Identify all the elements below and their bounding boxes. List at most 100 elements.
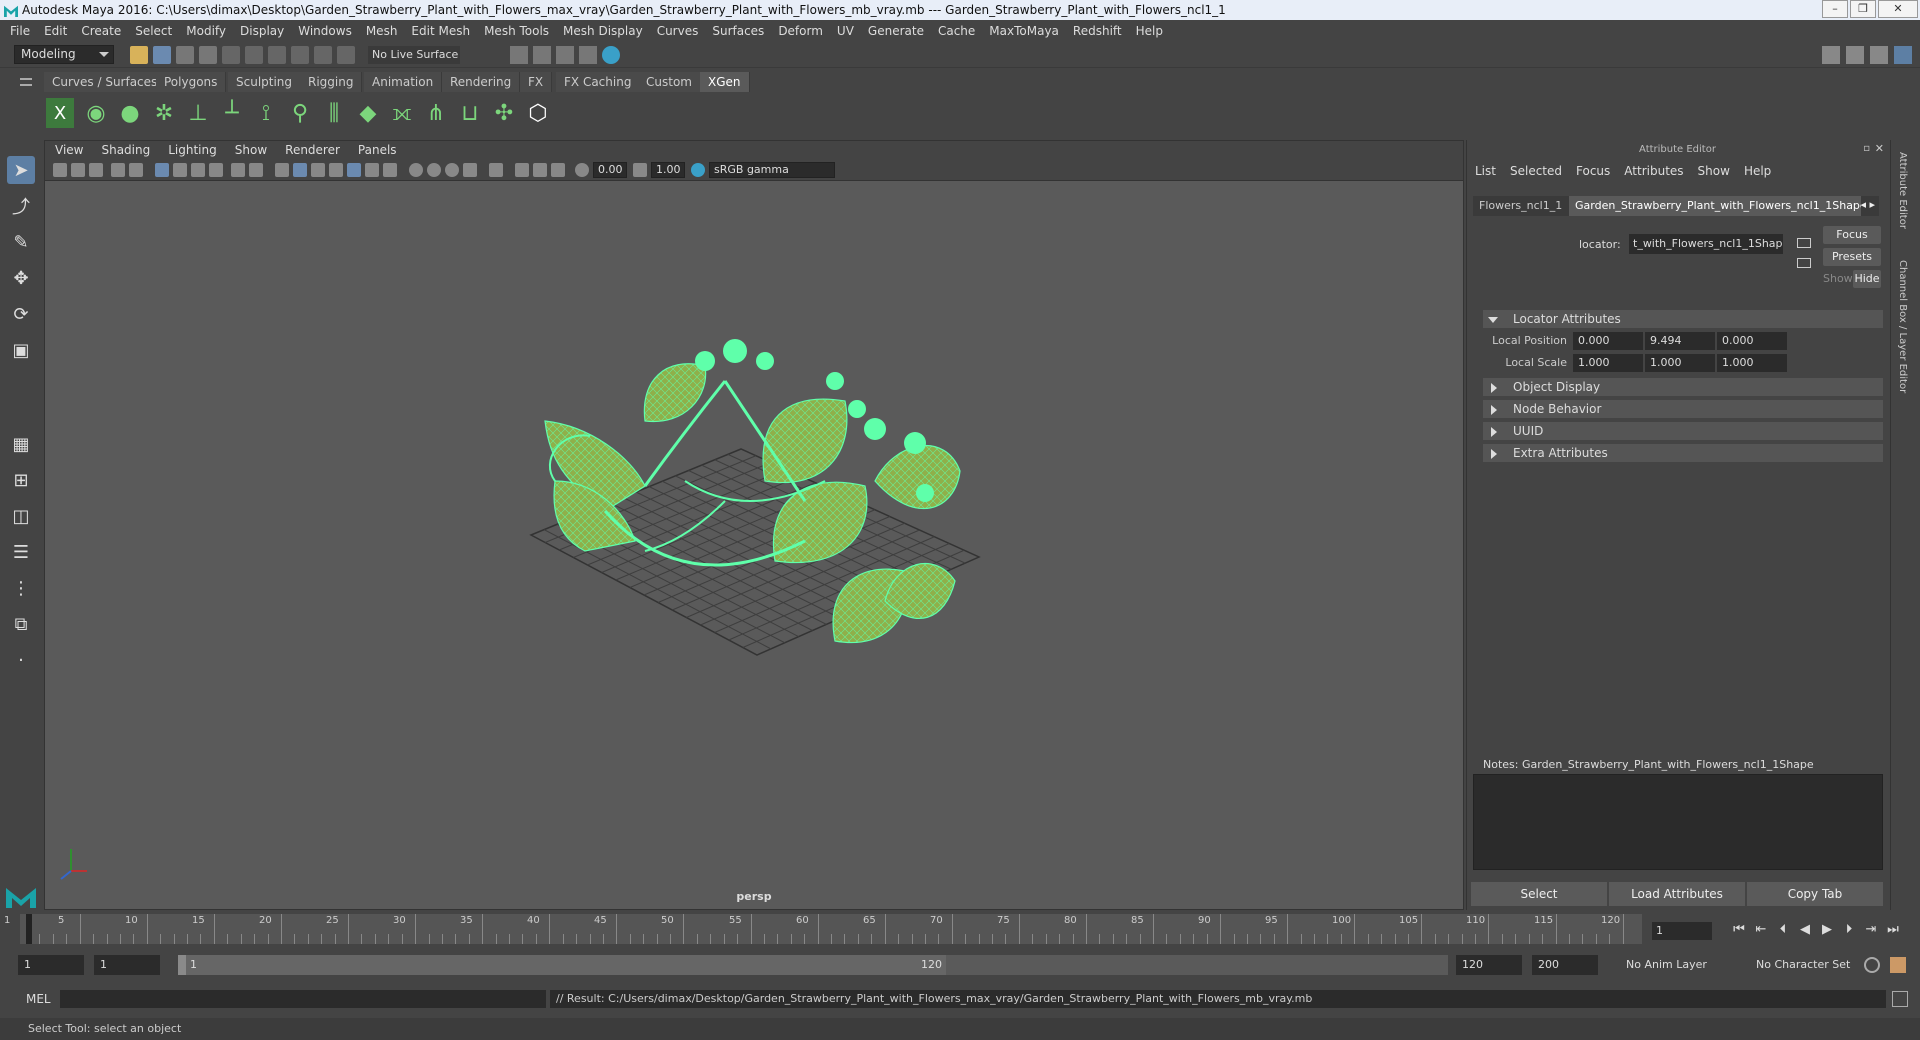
viewport-panel[interactable]: View Shading Lighting Show Renderer Pane… xyxy=(44,140,1464,910)
select-tool-icon[interactable]: ➤ xyxy=(7,156,35,184)
two-view-icon[interactable]: ◫ xyxy=(7,502,35,530)
move-tool-icon[interactable]: ✥ xyxy=(7,264,35,292)
ao-icon[interactable] xyxy=(383,163,397,177)
ae-menu-selected[interactable]: Selected xyxy=(1510,164,1562,178)
play-forward-icon[interactable]: ▶ xyxy=(1816,922,1838,937)
ae-menu-attributes[interactable]: Attributes xyxy=(1624,164,1683,178)
start-time-field[interactable]: 1 xyxy=(18,955,84,975)
mel-label[interactable]: MEL xyxy=(26,992,51,1006)
single-view-icon[interactable]: ▦ xyxy=(7,430,35,458)
select-component-icon[interactable] xyxy=(268,46,286,64)
menu-file[interactable]: File xyxy=(10,24,30,38)
menu-create[interactable]: Create xyxy=(81,24,121,38)
tab-shape-node[interactable]: Garden_Strawberry_Plant_with_Flowers_ncl… xyxy=(1569,196,1861,216)
more-layouts-icon[interactable]: · xyxy=(7,646,35,674)
menu-display[interactable]: Display xyxy=(240,24,284,38)
tab-xgen[interactable]: XGen xyxy=(700,72,750,92)
ae-menu-help[interactable]: Help xyxy=(1744,164,1771,178)
xgen-sculpt-icon[interactable]: ✣ xyxy=(490,98,518,128)
xgen-comb-icon[interactable]: ⫼ xyxy=(320,98,348,128)
menu-edit-mesh[interactable]: Edit Mesh xyxy=(411,24,470,38)
xgen-groom-icon[interactable]: ⋔ xyxy=(422,98,450,128)
color-space-select[interactable]: sRGB gamma xyxy=(709,162,835,178)
xgen-fan-icon[interactable]: ⊔ xyxy=(456,98,484,128)
local-position-y[interactable]: 9.494 xyxy=(1645,332,1715,350)
step-back-key-icon[interactable]: ⇤ xyxy=(1750,922,1772,937)
camera-attr-icon[interactable] xyxy=(71,163,85,177)
image-plane-icon[interactable] xyxy=(111,163,125,177)
show-button[interactable]: Show xyxy=(1823,270,1853,288)
channel-box-icon[interactable] xyxy=(1870,46,1888,64)
xray-joints-icon[interactable] xyxy=(427,163,441,177)
graph-view-icon[interactable]: ⋮ xyxy=(7,574,35,602)
menu-windows[interactable]: Windows xyxy=(298,24,352,38)
auto-key-icon[interactable] xyxy=(1864,957,1880,973)
presets-button[interactable]: Presets xyxy=(1823,248,1881,266)
undo-icon[interactable] xyxy=(176,46,194,64)
exposure-field[interactable]: 0.00 xyxy=(593,162,627,178)
default-lighting-icon[interactable] xyxy=(311,163,325,177)
save-icon[interactable] xyxy=(153,46,171,64)
step-forward-key-icon[interactable]: ⇥ xyxy=(1860,922,1882,937)
shadows-icon[interactable] xyxy=(329,163,343,177)
textured-icon[interactable] xyxy=(347,163,361,177)
preferences-icon[interactable] xyxy=(1890,957,1906,973)
command-input[interactable] xyxy=(60,990,546,1008)
anim-start-field[interactable]: 1 xyxy=(94,955,160,975)
go-to-end-icon[interactable]: ⏭ xyxy=(1882,922,1904,937)
menu-modify[interactable]: Modify xyxy=(186,24,226,38)
resolution-gate-icon[interactable] xyxy=(191,163,205,177)
workspace-icon[interactable] xyxy=(1822,46,1840,64)
menu-mesh[interactable]: Mesh xyxy=(366,24,398,38)
frame-all-icon[interactable] xyxy=(515,163,529,177)
maya-home-icon[interactable] xyxy=(4,880,38,910)
menu-cache[interactable]: Cache xyxy=(938,24,975,38)
ae-menu-focus[interactable]: Focus xyxy=(1576,164,1610,178)
hypershade-view-icon[interactable]: ⧉ xyxy=(7,610,35,638)
local-scale-z[interactable]: 1.000 xyxy=(1717,354,1787,372)
strawberry-plant-mesh[interactable] xyxy=(544,339,961,644)
tab-polygons[interactable]: Polygons xyxy=(156,72,227,92)
xgen-lock-guide-icon[interactable]: ⚲ xyxy=(286,98,314,128)
grid-icon[interactable] xyxy=(155,163,169,177)
locator-name-field[interactable]: t_with_Flowers_ncl1_1Shape xyxy=(1629,234,1783,254)
side-tab-attribute-editor[interactable]: Attribute Editor xyxy=(1897,152,1908,229)
xgen-editor-icon[interactable]: X xyxy=(46,98,74,128)
safe-action-icon[interactable] xyxy=(249,163,263,177)
range-slider[interactable]: 1 120 xyxy=(178,955,1448,975)
outliner-view-icon[interactable]: ☰ xyxy=(7,538,35,566)
maximize-button[interactable]: ❐ xyxy=(1850,0,1876,18)
frame-selected-icon[interactable] xyxy=(533,163,547,177)
film-gate-icon[interactable] xyxy=(173,163,187,177)
menu-surfaces[interactable]: Surfaces xyxy=(712,24,764,38)
vp-menu-show[interactable]: Show xyxy=(235,143,267,157)
vp-menu-renderer[interactable]: Renderer xyxy=(285,143,340,157)
rotate-tool-icon[interactable]: ⟳ xyxy=(7,300,35,328)
vp-menu-shading[interactable]: Shading xyxy=(101,143,150,157)
scene-canvas[interactable] xyxy=(45,181,1463,891)
mode-select[interactable]: Modeling xyxy=(14,45,114,64)
folder-icon[interactable] xyxy=(130,46,148,64)
character-set-select[interactable]: No Character Set xyxy=(1750,955,1860,975)
go-to-start-icon[interactable]: ⏮ xyxy=(1728,922,1750,937)
section-object-display[interactable]: Object Display xyxy=(1483,378,1883,396)
current-frame-field[interactable]: 1 xyxy=(1652,922,1712,940)
hypershade-icon[interactable] xyxy=(579,46,597,64)
field-chart-icon[interactable] xyxy=(231,163,245,177)
ae-menu-show[interactable]: Show xyxy=(1698,164,1730,178)
anim-layer-select[interactable]: No Anim Layer xyxy=(1620,955,1730,975)
close-button[interactable]: ✕ xyxy=(1878,0,1918,18)
close-panel-icon[interactable]: ✕ xyxy=(1875,142,1884,155)
select-hierarchy-icon[interactable] xyxy=(222,46,240,64)
select-node-icon[interactable] xyxy=(1797,238,1811,248)
bookmark-icon[interactable] xyxy=(89,163,103,177)
xgen-move-guide-icon[interactable]: ┴ xyxy=(218,98,246,128)
menu-maxtomaya[interactable]: MaxToMaya xyxy=(989,24,1059,38)
smooth-shade-icon[interactable] xyxy=(293,163,307,177)
tab-animation[interactable]: Animation xyxy=(364,72,443,92)
menu-uv[interactable]: UV xyxy=(837,24,854,38)
menu-help[interactable]: Help xyxy=(1136,24,1163,38)
step-forward-frame-icon[interactable]: ⏵ xyxy=(1838,922,1860,937)
xgen-eye-icon[interactable]: ◉ xyxy=(82,98,110,128)
focus-button[interactable]: Focus xyxy=(1823,226,1881,244)
